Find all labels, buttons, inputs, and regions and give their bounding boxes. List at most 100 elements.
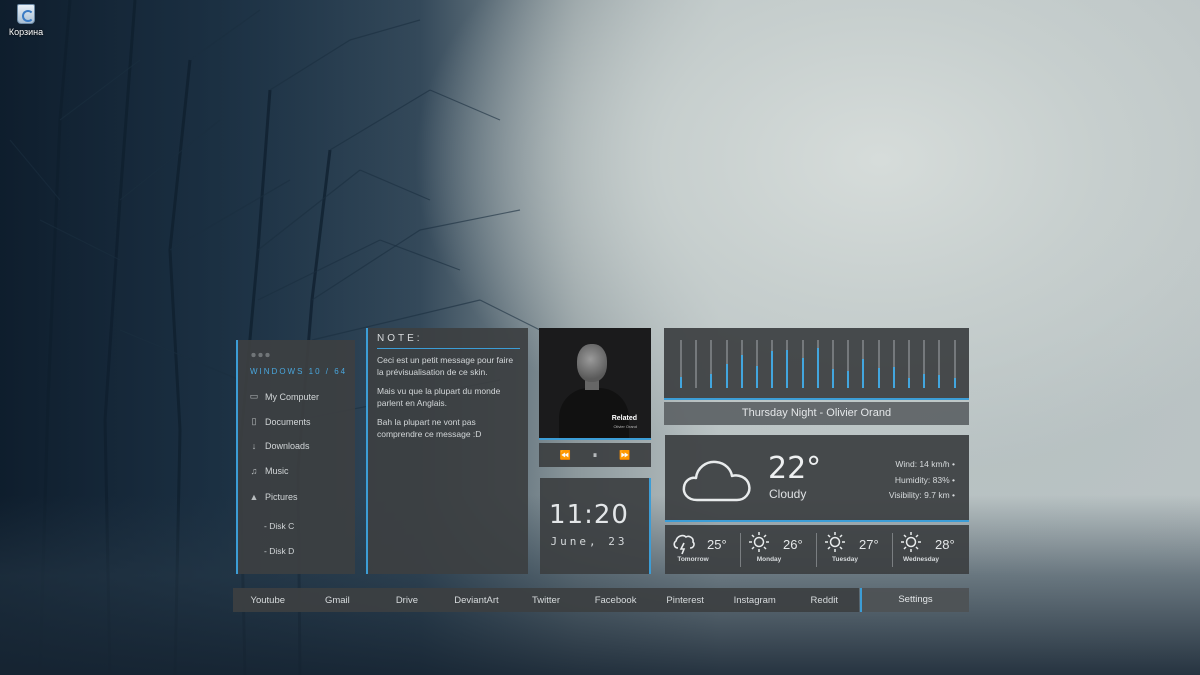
sidebar-item-label: Downloads [265, 441, 310, 451]
link-instagram[interactable]: Instagram [720, 595, 790, 606]
link-reddit[interactable]: Reddit [790, 595, 860, 606]
audio-visualizer [664, 328, 969, 400]
user-avatar-dots [250, 352, 272, 358]
link-bar: Youtube Gmail Drive DeviantArt Twitter F… [233, 588, 859, 612]
forecast-temp: 26° [783, 537, 803, 552]
current-condition: Cloudy [769, 487, 807, 501]
note-paragraph: Mais vu que la plupart du monde parlent … [377, 386, 501, 408]
pause-button[interactable]: ⏸ [593, 450, 598, 461]
visualizer-bar-level [710, 374, 713, 388]
visualizer-bar [816, 340, 819, 388]
forecast-day: 27° Tuesday [817, 525, 893, 574]
music-note-icon: ♫ [250, 466, 258, 476]
sidebar-item-disk-c[interactable]: - Disk C [264, 521, 294, 531]
visualizer-bar [740, 340, 743, 388]
visualizer-bar [877, 340, 880, 388]
link-pinterest[interactable]: Pinterest [650, 595, 720, 606]
visualizer-bar [938, 340, 941, 388]
link-deviantart[interactable]: DeviantArt [442, 595, 512, 606]
sidebar-item-downloads[interactable]: ↓ Downloads [248, 441, 310, 451]
visualizer-bar [680, 340, 682, 388]
visualizer-bar [953, 340, 956, 388]
note-paragraph: Ceci est un petit message pour faire la … [377, 355, 514, 377]
link-drive[interactable]: Drive [372, 595, 442, 606]
visualizer-bar-level [725, 364, 728, 388]
visualizer-bar-level [923, 374, 926, 388]
storm-icon [673, 534, 695, 555]
forecast-day-name: Wednesday [902, 556, 939, 563]
weather-stats: Wind: 14 km/h • Humidity: 83% • Visibili… [889, 457, 955, 504]
forecast-day: 26° Monday [741, 525, 817, 574]
visualizer-bar [892, 340, 895, 388]
picture-icon: ▲ [249, 492, 259, 502]
album-art-face [577, 344, 607, 382]
sidebar-item-label: My Computer [265, 391, 320, 402]
visualizer-bar-level [816, 348, 819, 388]
visualizer-bar [725, 340, 728, 388]
sidebar-item-my-computer[interactable]: ▭ My Computer [248, 391, 319, 402]
forecast-day-name: Tuesday [832, 556, 858, 563]
monitor-icon: ▭ [249, 391, 259, 401]
visualizer-bar [695, 340, 698, 388]
settings-button[interactable]: Settings [860, 588, 969, 612]
player-controls: ⏪ ⏸ ⏩ [539, 443, 651, 467]
weather-panel: 22° Cloudy Wind: 14 km/h • Humidity: 83%… [665, 435, 969, 522]
visualizer-bar [771, 340, 774, 388]
link-twitter[interactable]: Twitter [511, 595, 581, 606]
visualizer-bar-level [680, 377, 682, 388]
visualizer-bar-level [801, 358, 804, 388]
recycle-bin-icon [17, 4, 35, 24]
forecast-day-name: Monday [756, 556, 782, 563]
visualizer-bar [710, 340, 713, 388]
sidebar-item-disk-d[interactable]: - Disk D [264, 546, 294, 556]
visualizer-bar [801, 340, 804, 388]
sidebar-item-label: Documents [265, 416, 311, 427]
link-gmail[interactable]: Gmail [303, 595, 373, 606]
visibility-stat: Visibility: 9.7 km • [888, 490, 955, 500]
visualizer-bar-level [877, 368, 880, 388]
wind-stat: Wind: 14 km/h • [895, 459, 955, 469]
forecast-temp: 25° [707, 537, 727, 552]
album-cover: Related Olivier Orand [539, 328, 651, 440]
visualizer-bar-level [908, 378, 910, 388]
visualizer-bar [923, 340, 926, 388]
sidebar-item-pictures[interactable]: ▲ Pictures [248, 492, 298, 502]
visualizer-bar-level [953, 378, 956, 388]
visualizer-bar-level [786, 350, 789, 388]
visualizer-bar [756, 340, 758, 388]
note-panel: NOTE: Ceci est un petit message pour fai… [366, 328, 528, 574]
visualizer-bar-level [892, 367, 895, 388]
visualizer-bar-level [938, 375, 941, 388]
os-name: WINDOWS 10 / 64 [250, 367, 348, 376]
visualizer-bar-level [832, 369, 834, 388]
link-youtube[interactable]: Youtube [233, 595, 303, 606]
clock-time: 11:20 [549, 500, 629, 530]
previous-track-button[interactable]: ⏪ [560, 450, 571, 461]
note-title: NOTE: [377, 333, 423, 344]
visualizer-bar [847, 340, 850, 388]
link-facebook[interactable]: Facebook [581, 595, 651, 606]
humidity-stat: Humidity: 83% • [894, 474, 955, 485]
visualizer-bar [908, 340, 910, 388]
forecast-day-name: Tomorrow [677, 556, 709, 563]
recycle-bin[interactable]: Корзина [6, 4, 46, 37]
clock-panel: 11:20 June, 23 [540, 478, 651, 574]
note-body: Ceci est un petit message pour faire la … [377, 355, 520, 448]
document-icon: ▯ [251, 416, 257, 426]
forecast-day: 28° Wednesday [893, 525, 969, 574]
weather-forecast: 25° Tomorrow 26° Monday 27° Tuesday 28° … [665, 525, 969, 574]
note-paragraph: Bah la plupart ne vont pas comprendre ce… [377, 417, 482, 439]
visualizer-bar [832, 340, 834, 388]
forecast-day: 25° Tomorrow [665, 525, 741, 574]
sun-icon [749, 532, 769, 552]
forecast-temp: 28° [935, 537, 955, 552]
sidebar-item-music[interactable]: ♫ Music [248, 466, 289, 476]
visualizer-bar-level [862, 359, 865, 388]
next-track-button[interactable]: ⏩ [619, 450, 630, 461]
sidebar-item-documents[interactable]: ▯ Documents [248, 416, 311, 427]
sun-icon [901, 532, 921, 552]
visualizer-bar-level [847, 371, 850, 388]
album-title: Related [611, 415, 637, 422]
note-divider [377, 348, 520, 349]
cloud-icon [682, 460, 751, 502]
